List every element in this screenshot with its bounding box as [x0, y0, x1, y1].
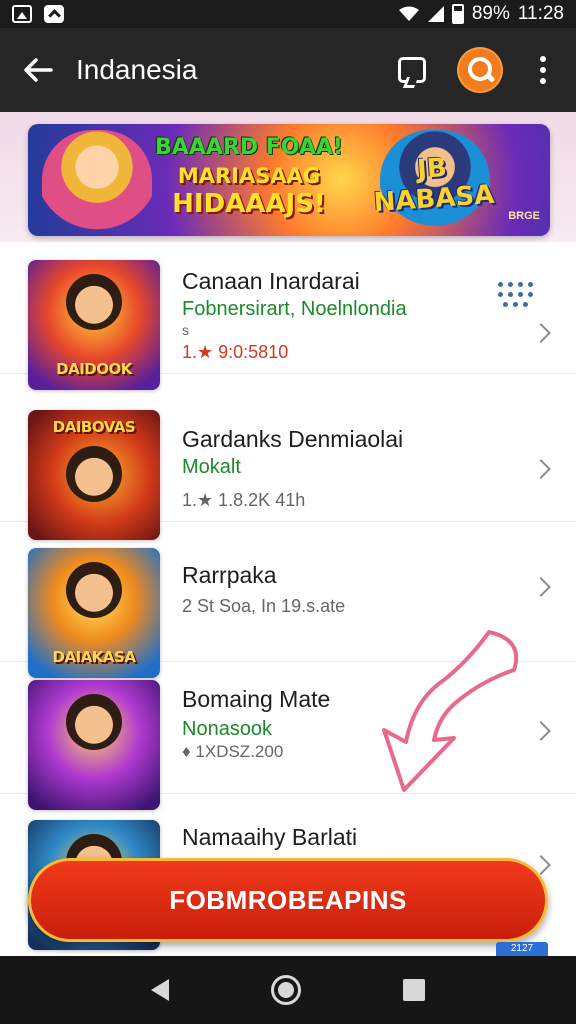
- game-thumbnail: [28, 680, 160, 810]
- system-nav-bar: [0, 956, 576, 1024]
- search-icon: [459, 49, 501, 91]
- item-subtitle: Mokalt: [182, 456, 241, 478]
- clock: 11:28: [517, 3, 564, 24]
- wifi-icon: [398, 6, 419, 21]
- search-button[interactable]: [442, 32, 518, 108]
- swipe-gesture-icon: [382, 630, 519, 792]
- item-rating: 1.★ 1.8.2K 41h: [182, 490, 306, 510]
- game-thumbnail: DAIBOVAS: [28, 410, 160, 540]
- list-item[interactable]: DAIDOOK Canaan Inardarai Fobnersirart, N…: [0, 242, 576, 390]
- item-extra: s: [182, 322, 189, 338]
- item-title: Namaaihy Barlati: [182, 824, 358, 850]
- item-meta: ♦ 1XDSZ.200: [182, 742, 284, 761]
- banner-area: BAAARD FOAA! MARIASAAG HIDAAAJS! JB NABA…: [0, 112, 576, 242]
- banner-headline: BAAARD FOAA! MARIASAAG HIDAAAJS!: [155, 135, 343, 219]
- promo-banner[interactable]: BAAARD FOAA! MARIASAAG HIDAAAJS! JB NABA…: [28, 124, 550, 236]
- item-meta: 2 St Soa, In 19.s.ate: [182, 596, 346, 616]
- nav-recents-icon[interactable]: [403, 979, 425, 1001]
- overflow-menu-button[interactable]: [518, 40, 568, 100]
- chevron-right-icon[interactable]: [531, 577, 551, 597]
- page-title: Indanesia: [76, 54, 198, 85]
- chat-icon: [398, 57, 426, 83]
- item-title: Rarrpaka: [182, 562, 277, 588]
- banner-logo-text: JB NABASA: [372, 153, 496, 219]
- back-button[interactable]: [0, 28, 76, 112]
- character-art: [66, 446, 122, 502]
- item-rating: 1.★ 9:0:5810: [182, 342, 289, 362]
- game-thumbnail: DAIAKASA: [28, 548, 160, 678]
- item-title: Canaan Inardarai: [182, 268, 360, 294]
- corner-tag: 2127: [496, 942, 548, 956]
- status-bar: 89% 11:28: [0, 0, 576, 28]
- chevron-right-icon[interactable]: [531, 459, 551, 479]
- gallery-notification-icon: [12, 5, 32, 23]
- dots-grid-icon[interactable]: [496, 282, 540, 310]
- chevron-right-icon[interactable]: [531, 323, 551, 343]
- app-notification-icon: [44, 5, 64, 23]
- character-art: [66, 274, 122, 330]
- character-art: [66, 694, 122, 750]
- nav-home-icon[interactable]: [271, 975, 301, 1005]
- more-vert-icon: [540, 56, 546, 62]
- primary-action-button[interactable]: FOBMROBEAPINS: [28, 858, 548, 942]
- game-thumbnail: DAIDOOK: [28, 260, 160, 390]
- battery-icon: [451, 4, 464, 24]
- app-bar: Indanesia: [0, 28, 576, 112]
- chevron-right-icon[interactable]: [531, 721, 551, 741]
- banner-character-left: [42, 130, 152, 236]
- signal-icon: [427, 6, 444, 22]
- item-title: Gardanks Denmiaolai: [182, 426, 404, 452]
- nav-back-icon[interactable]: [151, 979, 169, 1001]
- character-art: [66, 562, 122, 618]
- chat-button[interactable]: [382, 40, 442, 100]
- arrow-left-icon: [24, 58, 53, 82]
- banner-badge: BRGE: [508, 210, 540, 222]
- list-item[interactable]: DAIBOVAS Gardanks Denmiaolai Mokalt 1.★ …: [0, 390, 576, 540]
- item-subtitle: Nonasook: [182, 718, 273, 740]
- app-list: DAIDOOK Canaan Inardarai Fobnersirart, N…: [0, 242, 576, 954]
- battery-level: 89%: [471, 3, 510, 24]
- item-title: Bomaing Mate: [182, 686, 331, 712]
- item-subtitle: Fobnersirart, Noelnlondia: [182, 298, 407, 320]
